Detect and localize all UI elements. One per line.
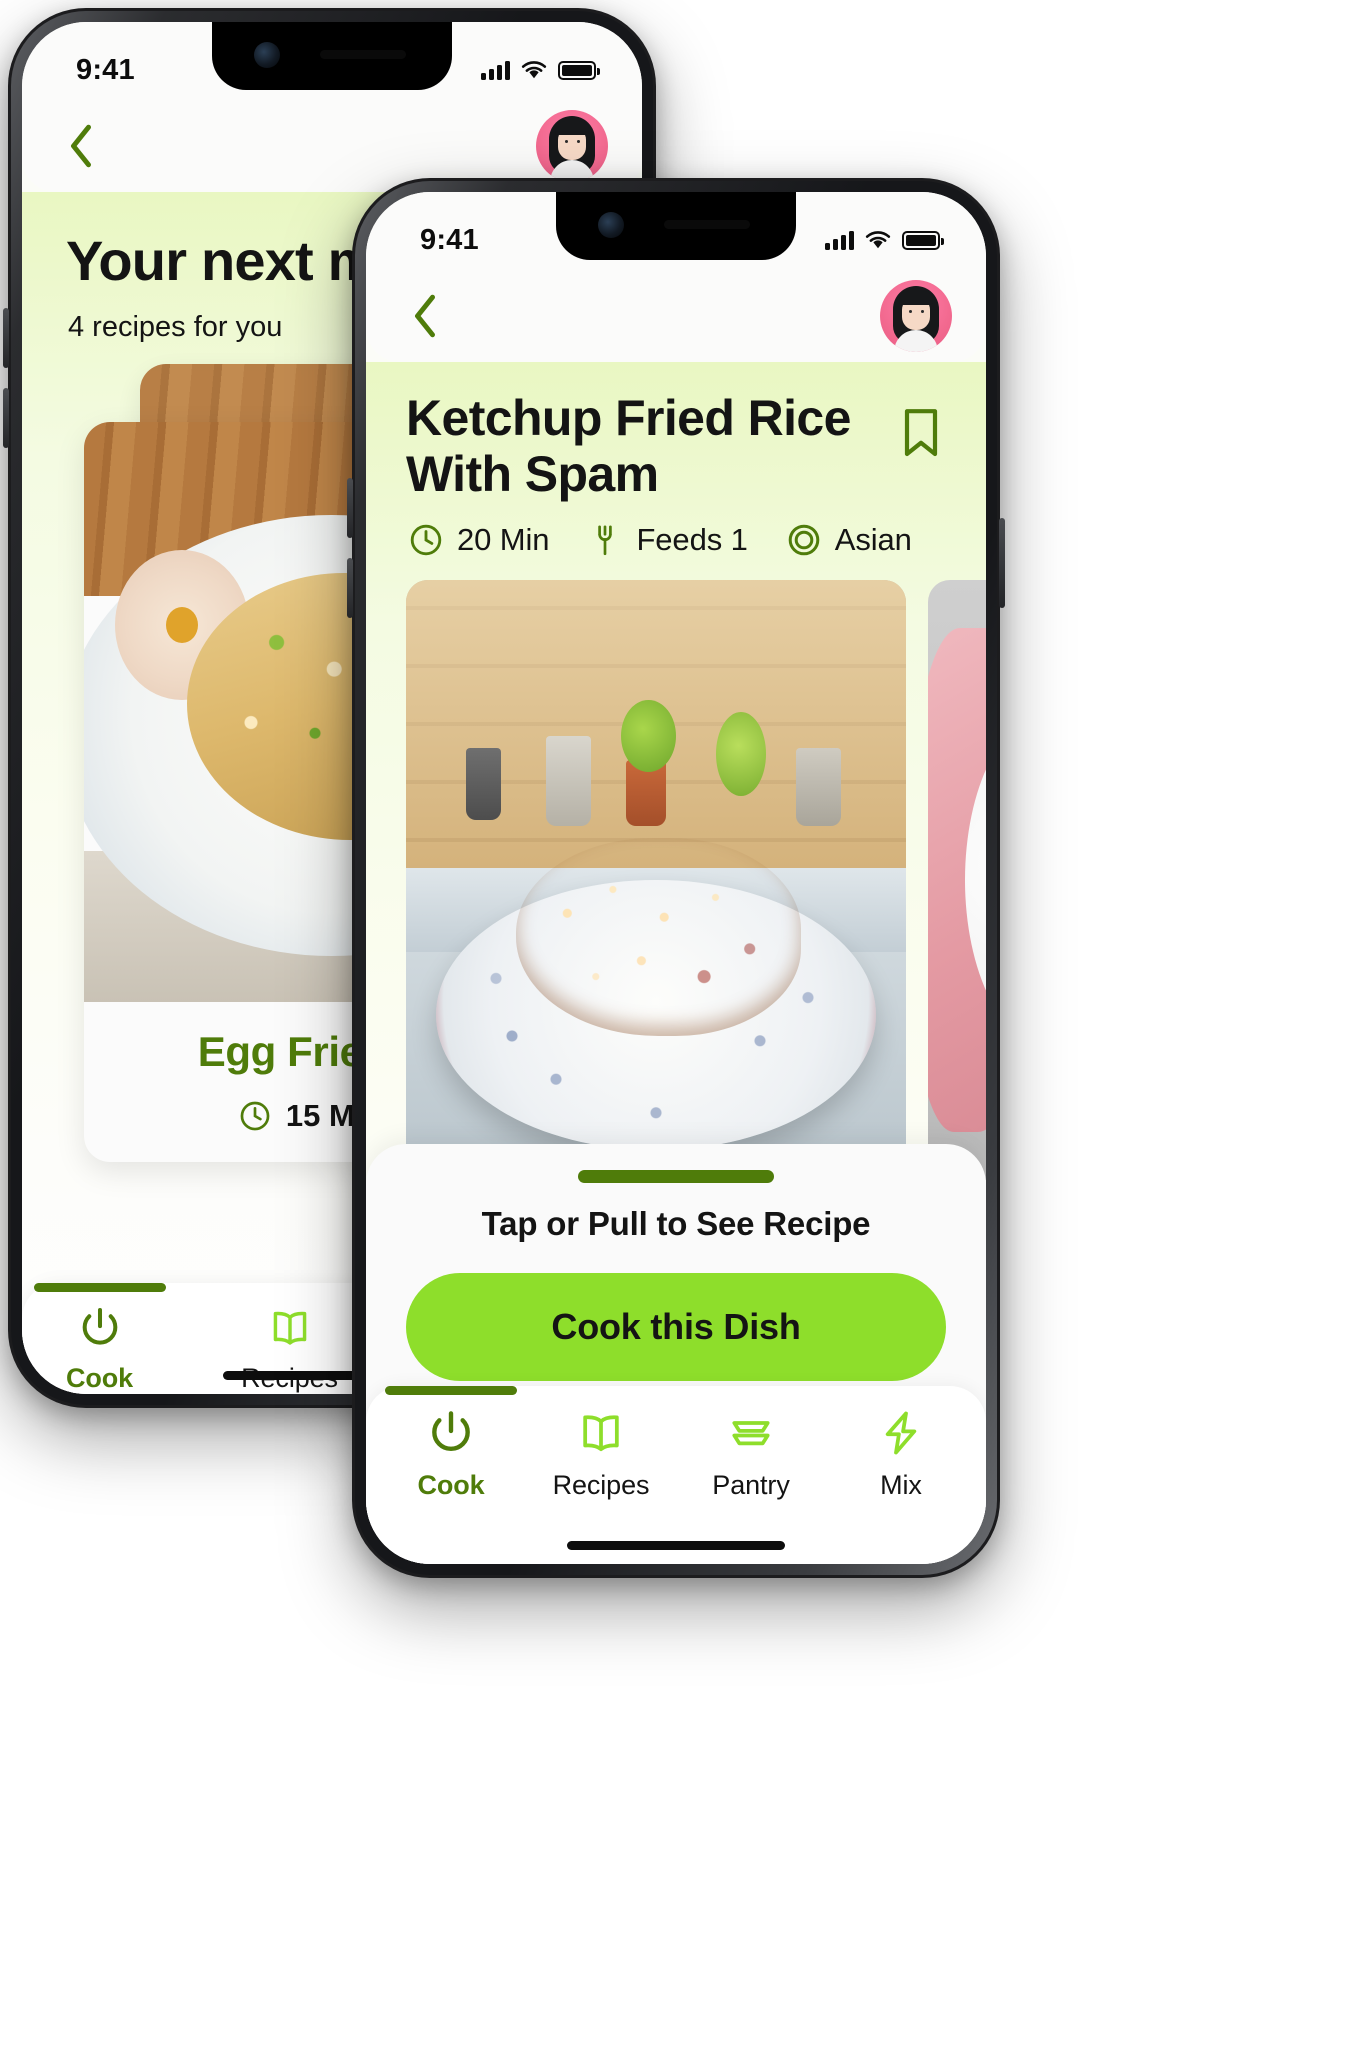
- bookmark-icon[interactable]: [896, 404, 946, 460]
- chevron-left-icon[interactable]: [66, 123, 96, 169]
- volume-down-button[interactable]: [3, 388, 9, 448]
- clock-icon: [410, 524, 442, 556]
- book-open-icon: [273, 1311, 306, 1345]
- battery-icon: [558, 60, 600, 80]
- meta-label: Feeds 1: [636, 522, 748, 557]
- sheet-hint: Tap or Pull to See Recipe: [481, 1205, 871, 1242]
- wifi-icon: [865, 230, 891, 248]
- top-nav: [366, 270, 986, 362]
- front-camera-icon: [598, 212, 624, 238]
- wifi-icon: [521, 60, 547, 78]
- recipe-image-carousel[interactable]: [366, 558, 986, 1180]
- notch: [212, 22, 452, 90]
- active-tab-indicator: [33, 1283, 166, 1292]
- book-open-icon: [583, 1415, 619, 1452]
- cook-this-dish-button[interactable]: Cook this Dish: [406, 1273, 946, 1381]
- tab-label: Recipes: [552, 1470, 650, 1500]
- tab-recipes[interactable]: Recipes: [241, 1305, 338, 1394]
- tab-cook[interactable]: Cook: [33, 1283, 166, 1394]
- meta-servings: Feeds 1: [587, 522, 748, 558]
- phone-front: 9:41 Ketchup Fried Rice With Spam 20 Min…: [347, 178, 1005, 1578]
- fork-icon: [598, 525, 613, 556]
- clock-icon: [240, 1101, 270, 1131]
- screenshot-stage: 9:41 Your next meal 4 recipes for you Eg…: [0, 0, 1351, 2048]
- tab-label: Cook: [417, 1470, 485, 1500]
- avatar[interactable]: [880, 280, 952, 352]
- status-indicators: [825, 230, 944, 250]
- shelves-icon: [732, 1421, 770, 1446]
- recipe-image-primary[interactable]: [406, 580, 906, 1180]
- earpiece-speaker: [320, 50, 406, 59]
- tab-recipes[interactable]: Recipes: [526, 1408, 676, 1501]
- meta-label: 20 Min: [457, 522, 550, 557]
- notch: [556, 192, 796, 260]
- power-button[interactable]: [999, 518, 1005, 608]
- power-icon: [432, 1411, 470, 1452]
- recipe-image-secondary[interactable]: [928, 580, 986, 1180]
- chevron-left-icon[interactable]: [410, 293, 440, 339]
- meta-cuisine: Asian: [786, 522, 912, 558]
- recipe-title: Ketchup Fried Rice With Spam: [406, 390, 851, 502]
- home-indicator[interactable]: [567, 1541, 785, 1550]
- tab-pantry[interactable]: Pantry: [676, 1408, 826, 1501]
- tab-mix[interactable]: Mix: [826, 1408, 976, 1501]
- cuisine-circle-icon: [788, 524, 820, 556]
- status-time: 9:41: [420, 223, 479, 256]
- front-phone-screen: 9:41 Ketchup Fried Rice With Spam 20 Min…: [366, 192, 986, 1564]
- avatar[interactable]: [536, 110, 608, 182]
- drag-handle[interactable]: [578, 1170, 774, 1183]
- meta-label: Asian: [834, 522, 912, 557]
- tab-label: Pantry: [712, 1470, 790, 1500]
- cellular-bars-icon: [481, 60, 510, 80]
- active-tab-indicator: [385, 1386, 517, 1395]
- recipe-detail-page: Ketchup Fried Rice With Spam 20 Min Feed…: [366, 362, 986, 1564]
- volume-up-button[interactable]: [347, 478, 353, 538]
- tab-bar: Cook Recipes Pantry Mix: [366, 1386, 986, 1564]
- front-camera-icon: [254, 42, 280, 68]
- tab-cook[interactable]: Cook: [376, 1386, 526, 1501]
- volume-up-button[interactable]: [3, 308, 9, 368]
- meta-time: 20 Min: [408, 522, 550, 558]
- recipe-meta-row: 20 Min Feeds 1 Asian: [366, 502, 986, 558]
- cellular-bars-icon: [825, 230, 854, 250]
- earpiece-speaker: [664, 220, 750, 229]
- tab-label: Cook: [66, 1363, 134, 1393]
- power-icon: [82, 1307, 117, 1345]
- status-time: 9:41: [76, 53, 135, 86]
- status-indicators: [481, 60, 600, 80]
- bolt-icon: [885, 1411, 917, 1455]
- battery-icon: [902, 230, 944, 250]
- recipe-header: Ketchup Fried Rice With Spam: [366, 362, 986, 502]
- tab-label: Mix: [880, 1470, 922, 1500]
- volume-down-button[interactable]: [347, 558, 353, 618]
